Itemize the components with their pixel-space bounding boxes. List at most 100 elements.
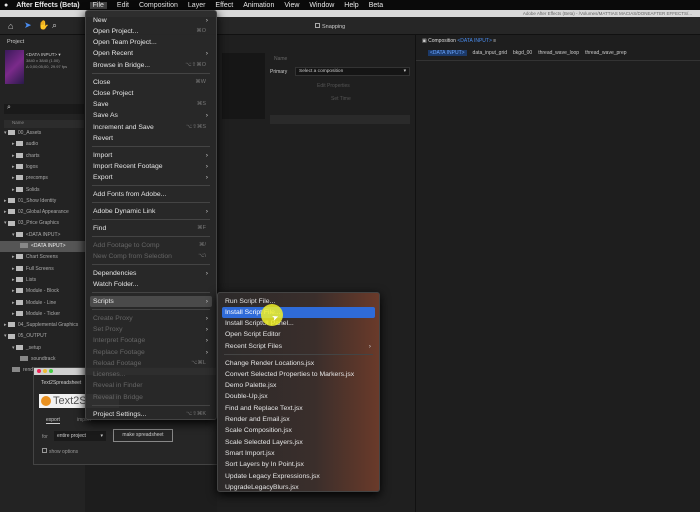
project-item[interactable]: ▸ 02_Global Appearance [0, 207, 85, 218]
project-item[interactable]: ▸ logos [0, 162, 85, 173]
tab-export[interactable]: export [46, 417, 60, 424]
project-item[interactable]: ▸ charts [0, 151, 85, 162]
minimize-window-button[interactable] [43, 369, 47, 373]
menu-item-licenses[interactable]: Licenses... [90, 369, 212, 380]
menu-item-convert-selected-properties-to-markers-jsx[interactable]: Convert Selected Properties to Markers.j… [222, 369, 375, 380]
scope-select[interactable]: entire project ▾ [54, 431, 106, 441]
menu-item-open-project[interactable]: Open Project... ⌘O [90, 26, 212, 37]
menu-item-recent-script-files[interactable]: Recent Script Files › [222, 341, 375, 352]
menu-item-create-proxy[interactable]: Create Proxy › [90, 313, 212, 324]
menu-item-scale-composition-jsx[interactable]: Scale Composition.jsx [222, 425, 375, 436]
comp-tab[interactable]: thread_wave_loop [538, 50, 579, 56]
menu-item-sort-layers-by-in-point-jsx[interactable]: Sort Layers by In Point.jsx [222, 459, 375, 470]
menu-item-reload-footage[interactable]: Reload Footage ⌥⌘L [90, 358, 212, 369]
menu-help[interactable]: Help [344, 2, 358, 9]
menu-beta[interactable]: Beta [369, 2, 383, 9]
menu-item-import-recent-footage[interactable]: Import Recent Footage › [90, 161, 212, 172]
menu-item-export[interactable]: Export › [90, 172, 212, 183]
menu-item-reveal-in-bridge[interactable]: Reveal in Bridge [90, 392, 212, 403]
menu-item-install-scriptui-panel[interactable]: Install ScriptUI Panel... [222, 318, 375, 329]
menu-item-find-and-replace-text-jsx[interactable]: Find and Replace Text.jsx [222, 403, 375, 414]
menu-item-scale-selected-layers-jsx[interactable]: Scale Selected Layers.jsx [222, 437, 375, 448]
project-item[interactable]: ▾ 00_Assets [0, 128, 85, 139]
panel-title[interactable]: Composition [428, 38, 456, 44]
menu-item-open-script-editor[interactable]: Open Script Editor [222, 329, 375, 340]
project-item[interactable]: ▸ Module - Block [0, 286, 85, 297]
menu-item-open-team-project[interactable]: Open Team Project... [90, 37, 212, 48]
project-item[interactable]: ▸ Module - Ticker [0, 309, 85, 320]
project-item[interactable]: ▸ Full Screens [0, 264, 85, 275]
menu-item-double-up-jsx[interactable]: Double-Up.jsx [222, 391, 375, 402]
menu-item-project-settings[interactable]: Project Settings... ⌥⇧⌘K [90, 409, 212, 420]
menu-item-watch-folder[interactable]: Watch Folder... [90, 279, 212, 290]
project-item[interactable]: ▾ <DATA INPUT> [0, 230, 85, 241]
project-item[interactable]: ▾ 05_OUTPUT [0, 331, 85, 342]
menu-layer[interactable]: Layer [188, 2, 206, 9]
apple-icon[interactable]: ● [4, 2, 8, 9]
project-item[interactable]: ▸ 01_Show Identity [0, 196, 85, 207]
comp-tab[interactable]: <DATA INPUT> [428, 50, 467, 56]
app-menu[interactable]: After Effects (Beta) [16, 2, 79, 9]
project-search[interactable]: ⌕ [4, 104, 84, 114]
menu-item-open-recent[interactable]: Open Recent › [90, 48, 212, 59]
menu-item-set-proxy[interactable]: Set Proxy › [90, 324, 212, 335]
menu-item-reveal-in-finder[interactable]: Reveal in Finder [90, 380, 212, 391]
menu-item-import[interactable]: Import › [90, 150, 212, 161]
menu-item-update-legacy-expressions-jsx[interactable]: Update Legacy Expressions.jsx [222, 471, 375, 482]
set-time-button[interactable]: Set Time [331, 96, 351, 102]
project-item[interactable]: ▾ 03_Price Graphics [0, 218, 85, 229]
project-item[interactable]: <DATA INPUT> [0, 241, 85, 252]
project-panel-title[interactable]: Project [7, 39, 24, 45]
menu-item-interpret-footage[interactable]: Interpret Footage › [90, 335, 212, 346]
comp-tab[interactable]: thread_wave_prep [585, 50, 626, 56]
menu-item-browse-in-bridge[interactable]: Browse in Bridge... ⌥⇧⌘O [90, 60, 212, 71]
menu-item-render-and-email-jsx[interactable]: Render and Email.jsx [222, 414, 375, 425]
project-item[interactable]: ▸ Chart Screens [0, 252, 85, 263]
project-item[interactable]: ▸ Lists [0, 275, 85, 286]
close-window-button[interactable] [37, 369, 41, 373]
zoom-window-button[interactable] [49, 369, 53, 373]
home-icon[interactable]: ⌂ [8, 21, 13, 31]
menu-animation[interactable]: Animation [243, 2, 274, 9]
menu-item-save-as[interactable]: Save As › [90, 110, 212, 121]
comp-tab[interactable]: bkgd_00 [513, 50, 532, 56]
project-item[interactable]: ▸ audio [0, 139, 85, 150]
menu-item-change-render-locations-jsx[interactable]: Change Render Locations.jsx [222, 358, 375, 369]
menu-view[interactable]: View [284, 2, 299, 9]
menu-item-run-script-file[interactable]: Run Script File... [222, 296, 375, 307]
edit-properties-button[interactable]: Edit Properties [317, 83, 350, 89]
show-options-checkbox[interactable]: show options [42, 448, 78, 455]
project-item[interactable]: ▸ Module - Line [0, 298, 85, 309]
menu-item-increment-and-save[interactable]: Increment and Save ⌥⇧⌘S [90, 122, 212, 133]
menu-file[interactable]: File [89, 1, 107, 9]
project-item[interactable]: soundtrack [0, 354, 85, 365]
menu-item-upgradelegacyblurs-jsx[interactable]: UpgradeLegacyBlurs.jsx [222, 482, 375, 493]
menu-effect[interactable]: Effect [215, 2, 233, 9]
comp-tab[interactable]: data_input_grid [473, 50, 507, 56]
menu-item-demo-palette-jsx[interactable]: Demo Palette.jsx [222, 380, 375, 391]
selection-tool-icon[interactable]: ➤ [24, 20, 32, 31]
make-spreadsheet-button[interactable]: make spreadsheet [113, 429, 173, 442]
menu-edit[interactable]: Edit [117, 2, 129, 9]
menu-window[interactable]: Window [309, 2, 334, 9]
menu-item-replace-footage[interactable]: Replace Footage › [90, 347, 212, 358]
menu-item-smart-import-jsx[interactable]: Smart Import.jsx [222, 448, 375, 459]
project-item[interactable]: ▸ Solids [0, 185, 85, 196]
menu-item-dependencies[interactable]: Dependencies › [90, 268, 212, 279]
menu-item-adobe-dynamic-link[interactable]: Adobe Dynamic Link › [90, 206, 212, 217]
menu-item-add-footage-to-comp[interactable]: Add Footage to Comp ⌘/ [90, 240, 212, 251]
menu-item-new-comp-from-selection[interactable]: New Comp from Selection ⌥\ [90, 251, 212, 262]
composition-select[interactable]: Select a composition ▾ [295, 67, 410, 76]
menu-item-install-script-file[interactable]: Install Script File... [222, 306, 375, 318]
menu-item-scripts[interactable]: Scripts › [90, 295, 212, 307]
snapping-checkbox[interactable]: Snapping [315, 23, 345, 30]
lock-icon[interactable]: ▣ [422, 38, 427, 44]
project-item[interactable]: ▸ 04_Supplemental Graphics [0, 320, 85, 331]
menu-item-find[interactable]: Find ⌘F [90, 223, 212, 234]
project-item[interactable]: ▾ _setup [0, 343, 85, 354]
zoom-tool-icon[interactable]: ⌕ [52, 20, 57, 31]
menu-item-close[interactable]: Close ⌘W [90, 77, 212, 88]
menu-item-close-project[interactable]: Close Project [90, 88, 212, 99]
menu-item-add-fonts-from-adobe[interactable]: Add Fonts from Adobe... [90, 189, 212, 200]
project-item[interactable]: ▸ precomps [0, 173, 85, 184]
